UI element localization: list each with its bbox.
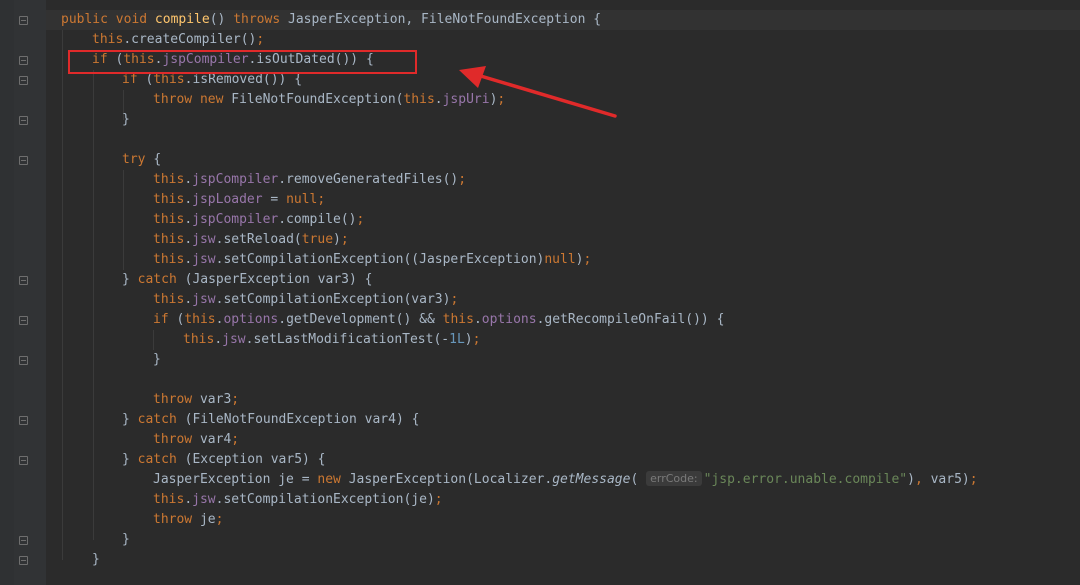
red-arrow-icon	[459, 66, 617, 118]
